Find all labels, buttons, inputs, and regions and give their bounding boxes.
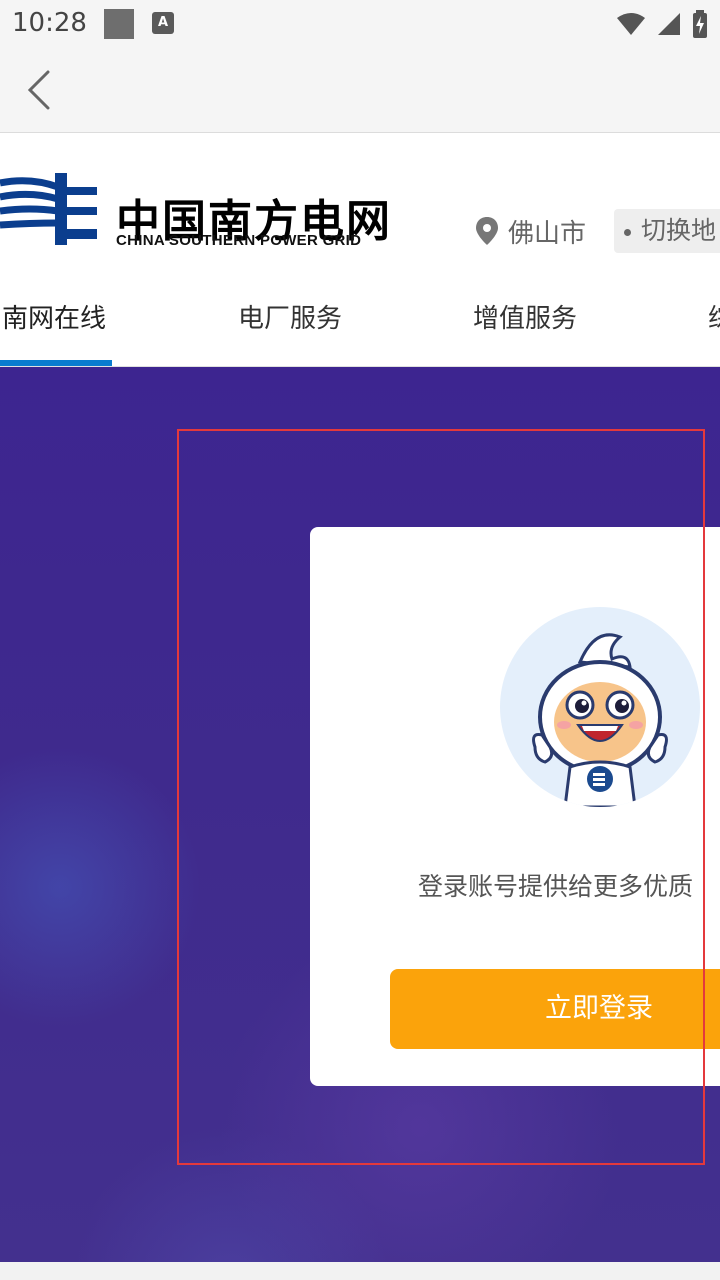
city-label: 佛山市 (508, 218, 587, 249)
tab-csg-online[interactable]: 南网在线 (2, 298, 106, 335)
city-selector[interactable]: 佛山市 (476, 211, 586, 251)
hero-banner: 登录账号提供给更多优质 立即登录 (0, 367, 720, 1262)
battery-charging-icon (693, 10, 707, 38)
notification-square-icon (104, 9, 134, 39)
chevron-left-icon[interactable] (24, 70, 60, 110)
switch-region-button[interactable]: 切换地 (614, 209, 720, 253)
system-icons (616, 10, 708, 38)
tab-value-added-services[interactable]: 增值服务 (473, 298, 577, 335)
status-bar: 10:28 A (0, 0, 720, 48)
status-time: 10:28 (12, 8, 87, 38)
csg-logo-mark-icon (0, 173, 97, 245)
login-promo-text: 登录账号提供给更多优质 (418, 872, 694, 901)
a-keyboard-icon: A (152, 12, 174, 34)
active-tab-indicator (0, 360, 112, 366)
tab-comprehensive[interactable]: 综 (708, 298, 720, 335)
bullet-dot-icon (624, 228, 631, 236)
bottom-strip (0, 1262, 720, 1280)
service-tabs: 南网在线 电厂服务 增值服务 综 (0, 263, 720, 367)
wifi-icon (617, 13, 645, 35)
navigation-bar (0, 48, 720, 133)
login-now-button[interactable]: 立即登录 (390, 969, 720, 1049)
signal-icon (658, 13, 680, 35)
switch-region-label: 切换地 (641, 216, 717, 245)
location-pin-icon (476, 217, 498, 245)
tab-power-plant-services[interactable]: 电厂服务 (238, 298, 342, 335)
login-card: 登录账号提供给更多优质 立即登录 (310, 527, 720, 1086)
site-header: 中国南方电网 CHINA SOUTHERN POWER GRID 佛山市 切换地 (0, 133, 720, 263)
logo-english-text: CHINA SOUTHERN POWER GRID (116, 232, 362, 249)
csg-logo: 中国南方电网 CHINA SOUTHERN POWER GRID (0, 173, 430, 253)
mascot-icon (532, 633, 668, 807)
mascot-avatar (500, 607, 700, 807)
